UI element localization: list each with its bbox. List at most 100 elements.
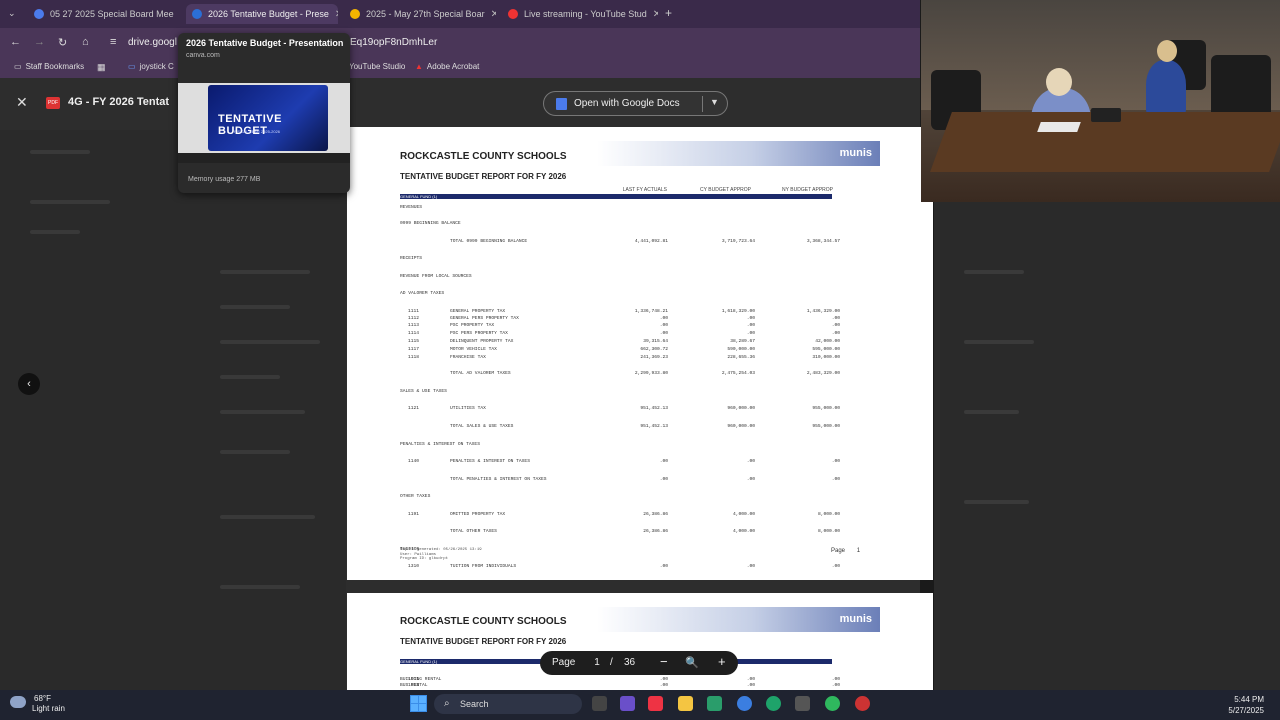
new-tab-plus-icon[interactable]: + bbox=[665, 6, 672, 20]
row-ny-budget: .00 bbox=[831, 564, 840, 570]
close-viewer-icon[interactable]: ✕ bbox=[16, 94, 28, 111]
teams-icon[interactable] bbox=[620, 696, 635, 711]
bookmark-staff[interactable]: ▭ Staff Bookmarks bbox=[14, 62, 84, 71]
ghost-row bbox=[30, 230, 80, 234]
row-description: DELINQUENT PROPERTY TAX bbox=[450, 339, 514, 345]
bookmark-label: Staff Bookmarks bbox=[25, 62, 85, 71]
dropdown-arrow-icon[interactable]: ▼ bbox=[710, 97, 719, 107]
row-ny-budget: 955,000.00 bbox=[812, 406, 840, 412]
ghost-row bbox=[964, 340, 1034, 344]
home-icon[interactable]: ⌂ bbox=[82, 36, 89, 48]
acrobat-icon: ▲ bbox=[415, 62, 423, 71]
tab-label: Live streaming - YouTube Stud bbox=[524, 9, 647, 19]
munis-logo: munis bbox=[839, 147, 872, 159]
tab-list-chevron-icon[interactable]: ⌄ bbox=[8, 8, 16, 19]
zoom-out-icon[interactable]: − bbox=[660, 654, 668, 669]
taskbar-search[interactable]: ⌕ Search bbox=[434, 694, 582, 714]
munis-banner: munis bbox=[597, 141, 880, 166]
bookmark-joystick[interactable]: ▭ joystick C bbox=[128, 62, 174, 71]
bookmark-youtube-studio[interactable]: YouTube Studio bbox=[349, 62, 405, 71]
acrobat-taskbar-icon[interactable] bbox=[648, 696, 663, 711]
row-description: PSC PERS PROPERTY TAX bbox=[450, 330, 508, 336]
row-last-fy: .00 bbox=[659, 315, 668, 321]
row-ny-budget: .00 bbox=[831, 323, 840, 329]
back-arrow-icon[interactable]: ← bbox=[10, 36, 21, 48]
weather-desc: Light rain bbox=[32, 704, 65, 713]
row-description: AD VALOREM TAXES bbox=[400, 291, 445, 297]
row-account: 1111 bbox=[408, 308, 420, 314]
tab-board-meeting[interactable]: 05 27 2025 Special Board Mee ✕ bbox=[28, 4, 180, 24]
start-windows-icon[interactable] bbox=[410, 695, 427, 712]
row-description: MOTOR VEHICLE TAX bbox=[450, 346, 497, 352]
page-number-value: 1 bbox=[856, 548, 861, 554]
tab-special-board[interactable]: 2025 - May 27th Special Boar ✕ bbox=[344, 4, 496, 24]
calendar-icon[interactable] bbox=[795, 696, 810, 711]
row-account: 1310 bbox=[408, 564, 420, 570]
row-ny-budget: 8,000.00 bbox=[817, 529, 840, 535]
close-tab-icon[interactable]: ✕ bbox=[491, 9, 496, 20]
row-description: FRANCHISE TAX bbox=[450, 355, 486, 361]
row-ny-budget: 595,000.00 bbox=[812, 346, 840, 352]
chrome-icon[interactable] bbox=[737, 696, 752, 711]
app-icon[interactable] bbox=[707, 696, 722, 711]
row-description: TOTAL SALES & USE TAXES bbox=[450, 424, 514, 429]
row-cy-budget: .00 bbox=[746, 683, 755, 688]
row-description: 0999 BEGINNING BALANCE bbox=[400, 221, 461, 227]
row-last-fy: 241,369.23 bbox=[640, 355, 668, 361]
address-bar: ← → ↻ ⌂ ≡ drive.googl Eq19opF8nDmhLer bbox=[0, 28, 920, 56]
row-account: 1112 bbox=[408, 315, 420, 321]
system-clock[interactable]: 5:44 PM 5/27/2025 bbox=[1228, 694, 1264, 716]
row-description: TUITION FROM INDIVIDUALS bbox=[450, 564, 517, 570]
row-ny-budget: .00 bbox=[831, 459, 840, 465]
ghost-row bbox=[220, 340, 320, 344]
video-person-head bbox=[1157, 40, 1177, 62]
url-text[interactable]: drive.googl bbox=[128, 37, 177, 48]
bookmark-adobe-acrobat[interactable]: ▲ Adobe Acrobat bbox=[415, 62, 479, 71]
row-description: SALES & USE TAXES bbox=[400, 388, 447, 394]
url-text-tail[interactable]: Eq19opF8nDmhLer bbox=[350, 37, 437, 48]
zoom-in-icon[interactable]: + bbox=[718, 654, 726, 669]
tab-label: 2025 - May 27th Special Boar bbox=[366, 9, 485, 19]
row-ny-budget: .00 bbox=[831, 677, 840, 682]
open-with-google-docs-button[interactable]: Open with Google Docs ▼ bbox=[543, 91, 728, 116]
row-cy-budget: .00 bbox=[746, 564, 755, 570]
app-green-icon[interactable] bbox=[766, 696, 781, 711]
weather-widget[interactable]: 68°F Light rain bbox=[20, 694, 65, 714]
apps-grid-icon[interactable]: ▦ bbox=[97, 62, 106, 73]
page-number-input[interactable]: 1 bbox=[590, 657, 604, 668]
row-description: BUILDING RENTAL bbox=[400, 677, 442, 682]
close-tab-icon[interactable]: ✕ bbox=[335, 9, 338, 20]
tab-youtube-studio[interactable]: Live streaming - YouTube Stud ✕ bbox=[502, 4, 658, 24]
row-cy-budget: 960,000.00 bbox=[727, 406, 755, 412]
report-footer: Report generated: 05/26/2025 13:19 User:… bbox=[400, 548, 482, 562]
munis-logo: munis bbox=[839, 613, 872, 625]
footer-line: Report generated: 05/26/2025 13:19 bbox=[400, 548, 482, 552]
tab-label: 2026 Tentative Budget - Prese bbox=[208, 9, 329, 19]
tab-favicon-icon bbox=[508, 9, 518, 19]
slide-thumbnail: TENTATIVE BUDGET FISCAL YEAR 2025-2026 bbox=[208, 85, 328, 151]
pdf-page-2: munis ROCKCASTLE COUNTY SCHOOLS TENTATIV… bbox=[347, 593, 933, 690]
ghost-row bbox=[30, 200, 110, 204]
bookmark-label: YouTube Studio bbox=[349, 62, 406, 71]
open-button-label: Open with Google Docs bbox=[574, 98, 680, 109]
pdf-file-icon: PDF bbox=[46, 97, 60, 109]
munis-banner: munis bbox=[597, 607, 880, 632]
tab-tentative-budget[interactable]: 2026 Tentative Budget - Prese ✕ bbox=[186, 4, 338, 24]
ghost-row bbox=[30, 150, 90, 154]
site-info-icon[interactable]: ≡ bbox=[110, 36, 116, 48]
search-label: Search bbox=[460, 699, 489, 709]
page-word: Page bbox=[831, 548, 846, 554]
reload-icon[interactable]: ↻ bbox=[58, 36, 67, 49]
previous-file-arrow-icon[interactable]: ‹ bbox=[18, 373, 40, 395]
forward-arrow-icon[interactable]: → bbox=[34, 36, 45, 48]
video-papers bbox=[1037, 122, 1081, 132]
row-last-fy: 26,386.86 bbox=[643, 529, 668, 535]
zoom-magnifier-icon[interactable]: 🔍 bbox=[685, 656, 699, 669]
recording-icon[interactable] bbox=[855, 696, 870, 711]
close-tab-icon[interactable]: ✕ bbox=[653, 9, 658, 20]
chrome-profile-icon[interactable] bbox=[825, 696, 840, 711]
file-explorer-icon[interactable] bbox=[678, 696, 693, 711]
row-account: 1113 bbox=[408, 323, 420, 329]
ghost-row bbox=[964, 500, 1029, 504]
task-view-icon[interactable] bbox=[592, 696, 607, 711]
